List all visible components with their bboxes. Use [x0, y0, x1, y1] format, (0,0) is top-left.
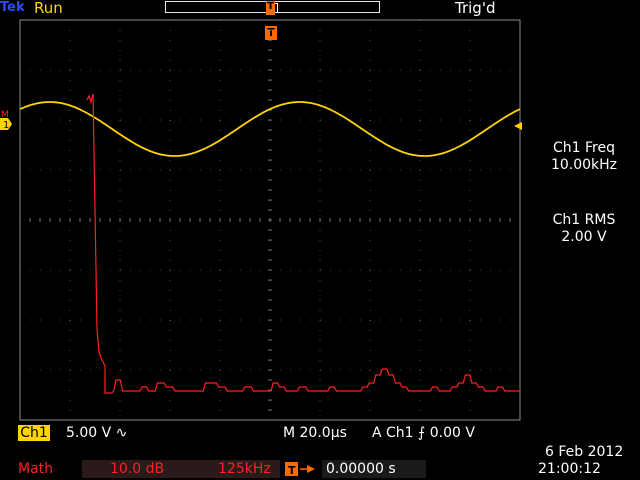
ch1-rms-readout: Ch1 RMS 2.00 V — [528, 212, 640, 246]
rms-label: Ch1 RMS — [552, 212, 616, 228]
horizontal-timebase: M 20.0µs — [283, 425, 347, 441]
ch1-ground-marker: 1 M — [0, 110, 12, 131]
rms-value: 2.00 V — [561, 229, 607, 245]
trigger-level-arrow — [514, 122, 522, 130]
freq-value: 10.00kHz — [550, 157, 618, 173]
time-readout: 21:00:12 — [538, 461, 601, 477]
trigger-offset-icon: T — [285, 462, 315, 477]
math-channel-tag[interactable]: Math — [18, 461, 53, 477]
ch1-marker-label: 1 — [3, 120, 9, 131]
freq-label: Ch1 Freq — [553, 140, 615, 156]
ch1-vertical-scale: 5.00 V ∿ — [66, 425, 128, 441]
math-vertical-scale: 10.0 dB — [110, 461, 165, 477]
date-readout: 6 Feb 2012 — [545, 444, 624, 460]
math-fft-trace — [86, 93, 520, 394]
ch1-freq-readout: Ch1 Freq 10.00kHz — [528, 140, 640, 174]
math-frequency-span: 125kHz — [218, 461, 271, 477]
trigger-source-readout: A Ch1 ⨍ 0.00 V — [372, 425, 475, 441]
svg-text:T: T — [288, 464, 296, 477]
ch1-waveform — [19, 101, 521, 157]
ch1-channel-tag[interactable]: Ch1 — [18, 425, 50, 441]
math-marker-label: M — [1, 110, 9, 120]
trigger-position-value: 0.00000 s — [326, 461, 396, 477]
